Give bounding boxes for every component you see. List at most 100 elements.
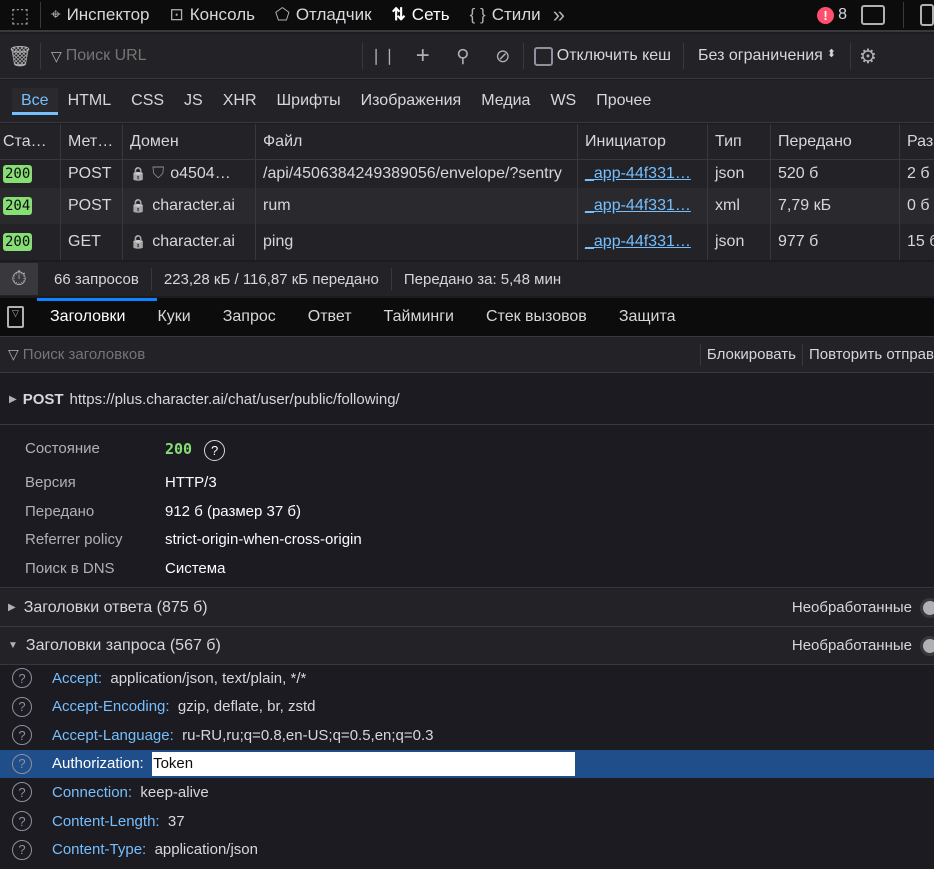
tab-request[interactable]: Запрос xyxy=(207,308,292,326)
col-status[interactable]: Ста… xyxy=(0,124,61,159)
help-icon[interactable]: ? xyxy=(12,753,32,774)
type-ws[interactable]: WS xyxy=(540,88,586,114)
type-html[interactable]: HTML xyxy=(58,88,122,114)
cell-domain: 🔒 character.ai xyxy=(123,188,256,224)
layout-icon[interactable] xyxy=(861,5,885,25)
raw-toggle-label[interactable]: Необработанные xyxy=(792,599,912,616)
trash-icon[interactable]: 🗑 xyxy=(0,44,40,69)
request-headers-section[interactable]: ▼ Заголовки запроса (567 б) Необработанн… xyxy=(0,627,934,665)
col-size[interactable]: Раз xyxy=(900,124,934,159)
add-icon[interactable]: + xyxy=(403,42,443,70)
help-icon[interactable]: ? xyxy=(12,725,32,746)
header-search-input[interactable] xyxy=(18,346,700,363)
throttle-select[interactable]: Без ограничения ⬍ xyxy=(684,47,850,65)
responsive-design-icon[interactable] xyxy=(920,4,934,26)
request-header-row[interactable]: ? Connection: keep-alive xyxy=(0,778,934,806)
element-picker-icon[interactable]: ⬚ xyxy=(0,3,40,28)
help-icon[interactable]: ? xyxy=(204,440,226,461)
header-value[interactable]: gzip, deflate, br, zstd xyxy=(178,698,316,715)
header-value[interactable]: Token xyxy=(152,751,576,776)
request-row[interactable]: 200 GET 🔒 character.ai ping _app-44f331… json 9… xyxy=(0,224,934,260)
request-header-row[interactable]: ? Accept: application/json, text/plain, *… xyxy=(0,664,934,692)
cell-text: character.ai xyxy=(152,197,235,214)
header-name: Accept-Language: ru-RU,ru;q=0.8,en-US;q=… xyxy=(52,727,434,744)
response-headers-section[interactable]: ▶ Заголовки ответа (875 б) Необработанны… xyxy=(0,589,934,627)
type-all[interactable]: Все xyxy=(12,87,58,115)
more-tabs-icon[interactable]: » xyxy=(551,2,565,28)
request-row[interactable]: 204 POST 🔒 character.ai rum _app-44f331… xml 7,… xyxy=(0,188,934,224)
request-header-row[interactable]: ? Content-Type: application/json xyxy=(0,836,934,864)
transfer-time: Передано за: 5,48 мин xyxy=(403,270,562,288)
search-icon[interactable]: ⚲ xyxy=(443,46,483,67)
col-transferred[interactable]: Передано xyxy=(771,124,900,159)
header-value[interactable]: ru-RU,ru;q=0.8,en-US;q=0.5,en;q=0.3 xyxy=(182,727,433,744)
tab-label: Сеть xyxy=(411,5,450,24)
error-count[interactable]: 8 xyxy=(838,6,847,24)
tab-cookies[interactable]: Куки xyxy=(141,308,206,326)
tab-response[interactable]: Ответ xyxy=(292,308,368,326)
tab-network[interactable]: ⇅ Сеть xyxy=(382,5,460,25)
block-button[interactable]: Блокировать xyxy=(701,346,802,363)
tab-inspector[interactable]: ⌖ Инспектор xyxy=(41,5,159,25)
type-fonts[interactable]: Шрифты xyxy=(267,88,351,114)
cell-text[interactable]: _app-44f331… xyxy=(585,165,691,183)
help-icon[interactable]: ? xyxy=(12,811,32,831)
cell-text[interactable]: _app-44f331… xyxy=(585,233,691,251)
raw-toggle[interactable] xyxy=(920,597,934,618)
url-search-input[interactable] xyxy=(61,47,362,65)
col-file[interactable]: Файл xyxy=(256,124,578,159)
type-images[interactable]: Изображения xyxy=(351,88,472,114)
disable-cache-checkbox[interactable] xyxy=(533,46,553,66)
cell-domain: 🔒 ⛉ o4504… xyxy=(123,160,256,188)
col-type[interactable]: Тип xyxy=(708,124,771,159)
error-icon[interactable]: ! xyxy=(817,6,835,24)
block-icon[interactable]: ⊘ xyxy=(483,46,523,67)
help-icon[interactable]: ? xyxy=(12,839,32,860)
type-xhr[interactable]: XHR xyxy=(213,88,267,114)
tab-security[interactable]: Защита xyxy=(603,308,692,326)
header-value[interactable]: application/json xyxy=(155,841,258,858)
tab-timings[interactable]: Тайминги xyxy=(368,308,470,326)
raw-toggle-label[interactable]: Необработанные xyxy=(792,637,912,654)
help-icon[interactable]: ? xyxy=(12,696,32,717)
toggle-panel-icon[interactable]: ▽ xyxy=(7,306,24,328)
request-header-row[interactable]: ? Accept-Encoding: gzip, deflate, br, zst… xyxy=(0,693,934,721)
request-header-row[interactable]: ? Content-Length: 37 xyxy=(0,807,934,835)
pause-icon[interactable]: ❘❘ xyxy=(363,46,403,66)
request-url-line[interactable]: ▶ POST https://plus.character.ai/chat/us… xyxy=(0,374,934,425)
network-filter-bar: 🗑 ▽ ❘❘ + ⚲ ⊘ Отключить кеш Без ограничен… xyxy=(0,34,934,79)
request-header-row[interactable]: ? Accept-Language: ru-RU,ru;q=0.8,en-US;q… xyxy=(0,721,934,749)
type-js[interactable]: JS xyxy=(174,88,213,114)
type-css[interactable]: CSS xyxy=(121,88,174,114)
help-icon[interactable]: ? xyxy=(12,782,32,803)
tab-styles[interactable]: { } Стили xyxy=(460,5,551,25)
expand-icon[interactable]: ▶ xyxy=(8,602,16,613)
header-value[interactable]: 37 xyxy=(168,813,185,830)
tab-console[interactable]: ⊡ Консоль xyxy=(159,5,265,25)
request-count: 66 запросов xyxy=(42,268,152,290)
col-domain[interactable]: Домен xyxy=(123,124,256,159)
request-header-row[interactable]: ? Authorization: Token xyxy=(0,749,934,778)
col-initiator[interactable]: Инициатор xyxy=(578,124,708,159)
resend-button[interactable]: Повторить отправ xyxy=(803,346,934,363)
help-icon[interactable]: ? xyxy=(12,668,32,688)
collapse-icon[interactable]: ▼ xyxy=(8,640,18,651)
type-media[interactable]: Медиа xyxy=(471,88,540,114)
header-value[interactable]: application/json, text/plain, */* xyxy=(110,670,306,687)
expand-icon[interactable]: ▶ xyxy=(9,394,17,405)
status-badge: 200 xyxy=(3,165,33,183)
settings-icon[interactable]: ⚙ xyxy=(851,44,877,69)
type-other[interactable]: Прочее xyxy=(586,88,661,114)
cell-transferred: 520 б xyxy=(771,160,900,188)
cell-size: 2 б xyxy=(900,160,934,188)
stopwatch-icon[interactable]: ⏱ xyxy=(0,263,38,295)
disable-cache-label[interactable]: Отключить кеш xyxy=(557,47,671,65)
header-value[interactable]: keep-alive xyxy=(140,784,208,801)
tab-headers[interactable]: Заголовки xyxy=(34,308,141,326)
tab-debugger[interactable]: ⬠ Отладчик xyxy=(265,5,382,25)
cell-text[interactable]: _app-44f331… xyxy=(585,197,691,215)
tab-stack-trace[interactable]: Стек вызовов xyxy=(470,308,603,326)
col-method[interactable]: Мет… xyxy=(61,124,123,159)
raw-toggle[interactable] xyxy=(920,635,934,656)
request-row[interactable]: 200 POST 🔒 ⛉ o4504… /api/4506384249389056/env… xyxy=(0,160,934,188)
